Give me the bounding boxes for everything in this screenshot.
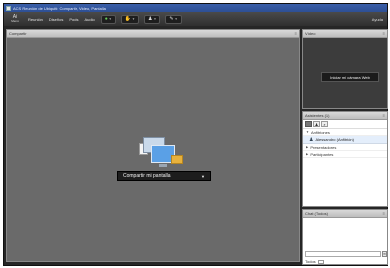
share-pod-header: Compartir ≡ — [7, 30, 299, 38]
attendee-toggle[interactable]: ♟ ▼ — [143, 14, 161, 24]
app-icon — [6, 5, 11, 11]
logo-label: Menú — [11, 19, 19, 23]
start-webcam-button[interactable]: Iniciar mi cámara Web — [321, 72, 379, 82]
attendee-name: Alessandro (Anfitrión) — [315, 137, 354, 142]
menu-bar: Ai Menú Reunión Diseños Pods Audio ● ▼ ✋… — [4, 12, 387, 26]
menu-item-meeting[interactable]: Reunión — [28, 17, 43, 22]
video-pod: Vídeo ≡ Iniciar mi cámara Web — [302, 29, 388, 109]
person-icon: ♟ — [147, 16, 153, 22]
attendees-pod-header: Asistentes (1) ≡ — [303, 112, 387, 120]
chevron-down-icon: ▼ — [131, 17, 135, 21]
attendee-row[interactable]: ♟ Alessandro (Anfitrión) — [303, 136, 387, 144]
chat-recipient-label: Todos — [305, 259, 316, 264]
chat-message-input[interactable] — [305, 251, 381, 257]
chevron-down-icon: ▼ — [108, 17, 112, 21]
video-pod-title: Vídeo — [305, 31, 316, 36]
menu-item-layouts[interactable]: Diseños — [49, 17, 63, 22]
attendees-pod: Asistentes (1) ≡ ♟ ⌕ ▼ Anfitriones ♟ Ale… — [302, 111, 388, 207]
chat-recipient[interactable]: Todos — [305, 259, 324, 264]
chevron-down-icon: ▼ — [306, 130, 309, 134]
group-presenters[interactable]: ▶ Presentadores — [303, 144, 387, 151]
pod-menu-icon[interactable]: ≡ — [383, 113, 385, 118]
status-toggle[interactable]: ✋ ▼ — [120, 14, 139, 24]
chat-pod-title: Chat (Todos) — [305, 211, 328, 216]
share-my-screen-button[interactable]: Compartir mi pantalla ▼ — [117, 171, 211, 181]
microphone-toggle[interactable]: ● ▼ — [100, 14, 116, 24]
chevron-down-icon: ▼ — [174, 17, 178, 21]
attendees-toolbar: ♟ ⌕ — [303, 120, 387, 129]
group-label: Anfitriones — [310, 129, 330, 135]
window-title: ACS Reunión de Ubiquiti: Compartir, Vide… — [13, 5, 106, 11]
pod-menu-icon[interactable]: ≡ — [383, 211, 385, 216]
person-icon[interactable]: ♟ — [313, 121, 320, 127]
share-screen-illustration — [139, 137, 187, 169]
group-hosts[interactable]: ▼ Anfitriones — [303, 129, 387, 136]
recipient-dropdown[interactable] — [317, 259, 324, 264]
menu-item-audio[interactable]: Audio — [84, 17, 94, 22]
group-label: Presentadores — [310, 144, 337, 150]
chevron-down-icon: ▼ — [201, 173, 205, 179]
microphone-icon: ● — [104, 16, 108, 22]
raise-hand-icon: ✋ — [124, 16, 131, 22]
chevron-right-icon: ▶ — [306, 152, 309, 156]
pod-menu-icon[interactable]: ≡ — [295, 31, 297, 36]
host-icon: ♟ — [309, 136, 314, 143]
menu-logo-button[interactable]: Ai Menú — [8, 14, 22, 25]
folder-icon — [171, 155, 183, 164]
menu-item-pods[interactable]: Pods — [69, 17, 78, 22]
chevron-right-icon: ▶ — [306, 145, 309, 149]
send-icon[interactable]: ✉ — [382, 251, 387, 257]
video-pod-header: Vídeo ≡ — [303, 30, 387, 38]
pod-menu-icon[interactable]: ≡ — [383, 31, 385, 36]
pen-tool[interactable]: ✎ ▼ — [165, 14, 182, 24]
chat-pod: Chat (Todos) ≡ ✉ Todos — [302, 209, 388, 265]
pen-icon: ✎ — [169, 16, 174, 22]
chat-pod-header: Chat (Todos) ≡ — [303, 210, 387, 218]
list-view-icon[interactable] — [305, 121, 312, 127]
share-pod: Compartir ≡ Compartir mi pantalla ▼ — [6, 29, 300, 262]
title-bar: ACS Reunión de Ubiquiti: Compartir, Vide… — [4, 4, 387, 12]
chevron-down-icon: ▼ — [153, 17, 157, 21]
attendees-pod-title: Asistentes (1) — [305, 113, 330, 118]
share-button-label: Compartir mi pantalla — [123, 173, 171, 179]
search-icon[interactable]: ⌕ — [321, 121, 328, 127]
group-label: Participantes — [310, 151, 334, 157]
app-window: ACS Reunión de Ubiquiti: Compartir, Vide… — [3, 3, 388, 266]
group-participants[interactable]: ▶ Participantes — [303, 151, 387, 158]
share-pod-title: Compartir — [9, 31, 27, 36]
monitor-stand-icon — [159, 164, 167, 167]
help-menu[interactable]: Ayuda — [372, 17, 383, 22]
